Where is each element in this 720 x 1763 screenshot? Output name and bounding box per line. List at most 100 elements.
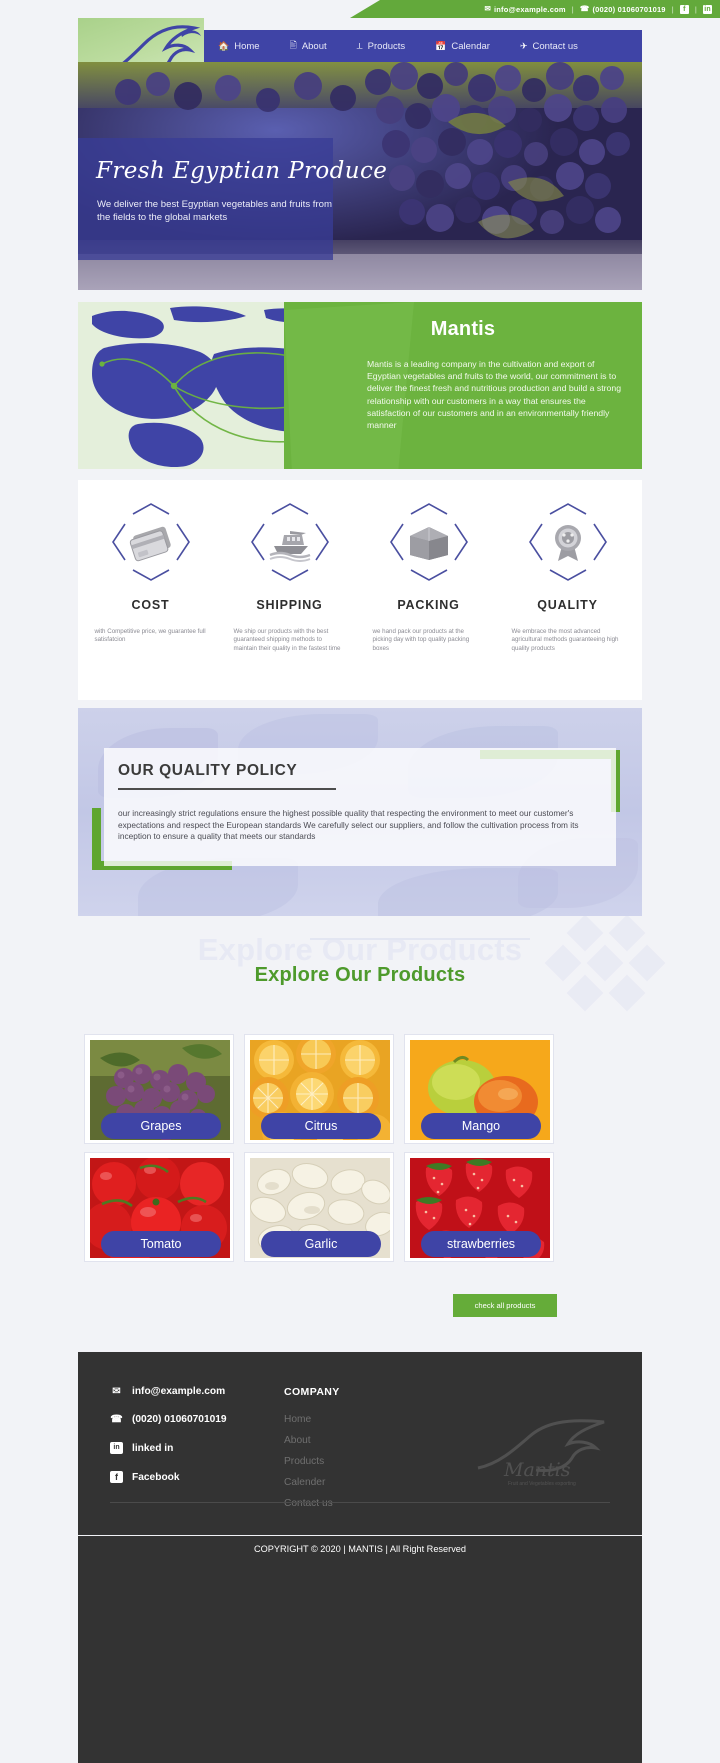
features-section: COST with Competitive price, we guarante… (78, 480, 642, 700)
linkedin-icon[interactable]: in (703, 4, 712, 14)
product-label-grapes: Grapes (140, 1119, 182, 1133)
nav-label-contact: Contact us (532, 40, 578, 52)
products-title: Explore Our Products (254, 964, 466, 986)
feature-cost-label: COST (131, 598, 170, 612)
feature-quality-icon-frame (520, 502, 616, 582)
product-card-citrus[interactable]: Citrus (244, 1034, 394, 1144)
topbar-email-text: info@example.com (493, 4, 566, 14)
footer-link-calender[interactable]: Calender (284, 1477, 340, 1488)
product-button-garlic[interactable]: Garlic (261, 1231, 381, 1257)
footer-company-title: COMPANY (284, 1386, 340, 1398)
copyright-bar: COPYRIGHT © 2020 | MANTIS | All Right Re… (78, 1536, 642, 1763)
box-icon (409, 527, 448, 560)
feature-packing-desc: we hand pack our products at the picking… (372, 628, 470, 652)
feature-cost-icon-frame (103, 502, 199, 582)
product-card-mango[interactable]: Mango (404, 1034, 554, 1144)
topbar-phone-text: (0020) 01060701019 (592, 4, 666, 14)
site-footer: Mantis Fruit and Vegetables exporting ✉ … (78, 1352, 642, 1535)
footer-phone[interactable]: ☎ (0020) 01060701019 (110, 1414, 310, 1425)
feature-shipping: SHIPPING We ship our products with the b… (219, 502, 360, 702)
ship-icon (269, 531, 310, 562)
products-section: Explore Our Products Explore Our Product… (0, 916, 720, 1326)
product-button-citrus[interactable]: Citrus (261, 1113, 381, 1139)
nav-item-calendar[interactable]: 📅 Calendar (435, 41, 504, 52)
feature-quality-desc: We embrace the most advanced agricultura… (511, 628, 619, 652)
phone-icon: ☎ (579, 4, 590, 14)
nav-label-home: Home (234, 40, 260, 52)
products-ghost-rule (310, 938, 530, 940)
svg-text:Mantis: Mantis (503, 1459, 571, 1481)
nav-label-calendar: Calendar (451, 40, 490, 52)
svg-text:Fruit and Vegetables exporting: Fruit and Vegetables exporting (508, 1481, 576, 1487)
policy-divider (118, 788, 336, 790)
main-navigation: 🏠 Home 🖹 About ⟂ Products 📅 Calendar ✈ C… (204, 30, 642, 62)
product-card-garlic[interactable]: Garlic (244, 1152, 394, 1262)
topbar-separator-3: | (694, 4, 697, 14)
about-section: Mantis Mantis is a leading company in th… (78, 302, 642, 469)
feature-cost: COST with Competitive price, we guarante… (80, 502, 221, 702)
footer-contact-list: ✉ info@example.com ☎ (0020) 01060701019 … (110, 1386, 310, 1500)
product-button-mango[interactable]: Mango (421, 1113, 541, 1139)
topbar-phone[interactable]: ☎ (0020) 01060701019 (580, 5, 666, 14)
footer-link-about[interactable]: About (284, 1435, 340, 1446)
policy-text: our increasingly strict regulations ensu… (118, 808, 579, 842)
footer-link-products[interactable]: Products (284, 1456, 340, 1467)
footer-watermark-logo: Mantis Fruit and Vegetables exporting (477, 1419, 605, 1487)
nav-item-products[interactable]: ⟂ Products (357, 41, 420, 52)
product-label-citrus: Citrus (304, 1119, 338, 1133)
facebook-icon: f (110, 1471, 123, 1483)
footer-email[interactable]: ✉ info@example.com (110, 1386, 310, 1397)
footer-link-contact[interactable]: Contact us (284, 1498, 340, 1509)
nav-label-products: Products (367, 40, 406, 52)
nav-item-home[interactable]: 🏠 Home (218, 41, 274, 52)
product-card-tomato[interactable]: Tomato (84, 1152, 234, 1262)
check-all-products-button[interactable]: check all products (453, 1294, 557, 1317)
product-label-mango: Mango (461, 1119, 501, 1133)
phone-icon: ☎ (110, 1414, 123, 1425)
about-text: Mantis is a leading company in the culti… (367, 359, 622, 431)
footer-phone-text: (0020) 01060701019 (132, 1414, 227, 1425)
page-root: ✉ info@example.com | ☎ (0020) 0106070101… (0, 0, 720, 1763)
feature-quality-label: QUALITY (537, 598, 598, 612)
feature-packing-icon-frame (381, 502, 477, 582)
footer-email-text: info@example.com (132, 1386, 226, 1397)
linkedin-icon: in (110, 1442, 123, 1454)
footer-linkedin[interactable]: in linked in (110, 1442, 310, 1454)
product-label-strawberries: strawberries (446, 1237, 516, 1251)
footer-linkedin-text: linked in (132, 1442, 174, 1454)
product-card-strawberries[interactable]: strawberries (404, 1152, 554, 1262)
product-button-grapes[interactable]: Grapes (101, 1113, 221, 1139)
feature-shipping-desc: We ship our products with the best guara… (233, 628, 341, 652)
nav-item-about[interactable]: 🖹 About (290, 38, 341, 54)
hero-subtitle: We deliver the best Egyptian vegetables … (97, 199, 332, 223)
envelope-icon: ✉ (112, 1386, 121, 1397)
nav-label-about: About (301, 40, 327, 52)
product-button-tomato[interactable]: Tomato (101, 1231, 221, 1257)
award-badge-icon (554, 525, 581, 561)
check-all-products-label: check all products (474, 1301, 536, 1310)
send-icon: ✈ (519, 40, 528, 51)
calendar-icon: 📅 (435, 40, 447, 51)
feature-packing-label: PACKING (397, 598, 460, 612)
footer-link-home[interactable]: Home (284, 1414, 340, 1425)
feature-cost-desc: with Competitive price, we guarantee ful… (94, 628, 206, 644)
hero-banner: Fresh Egyptian Produce We deliver the be… (78, 62, 642, 290)
leaf-icon: ⟂ (356, 40, 363, 51)
topbar-email[interactable]: ✉ info@example.com (484, 5, 565, 14)
hero-title: Fresh Egyptian Produce (96, 158, 388, 184)
product-card-grapes[interactable]: Grapes (84, 1034, 234, 1144)
home-icon: 🏠 (218, 40, 230, 51)
nav-item-contact[interactable]: ✈ Contact us (520, 41, 592, 52)
top-bar-content: ✉ info@example.com | ☎ (0020) 0106070101… (484, 0, 712, 18)
facebook-icon[interactable]: f (679, 4, 689, 14)
copyright-text: COPYRIGHT © 2020 | MANTIS | All Right Re… (253, 1544, 467, 1554)
top-bar: ✉ info@example.com | ☎ (0020) 0106070101… (0, 0, 720, 18)
feature-packing: PACKING we hand pack our products at the… (358, 502, 499, 702)
footer-facebook[interactable]: f Facebook (110, 1471, 310, 1483)
footer-facebook-text: Facebook (132, 1471, 180, 1483)
feature-shipping-icon-frame (242, 502, 338, 582)
footer-divider (110, 1502, 610, 1503)
feature-shipping-label: SHIPPING (256, 598, 323, 612)
product-button-strawberries[interactable]: strawberries (421, 1231, 541, 1257)
footer-company-column: COMPANY Home About Products Calender Con… (284, 1386, 340, 1519)
